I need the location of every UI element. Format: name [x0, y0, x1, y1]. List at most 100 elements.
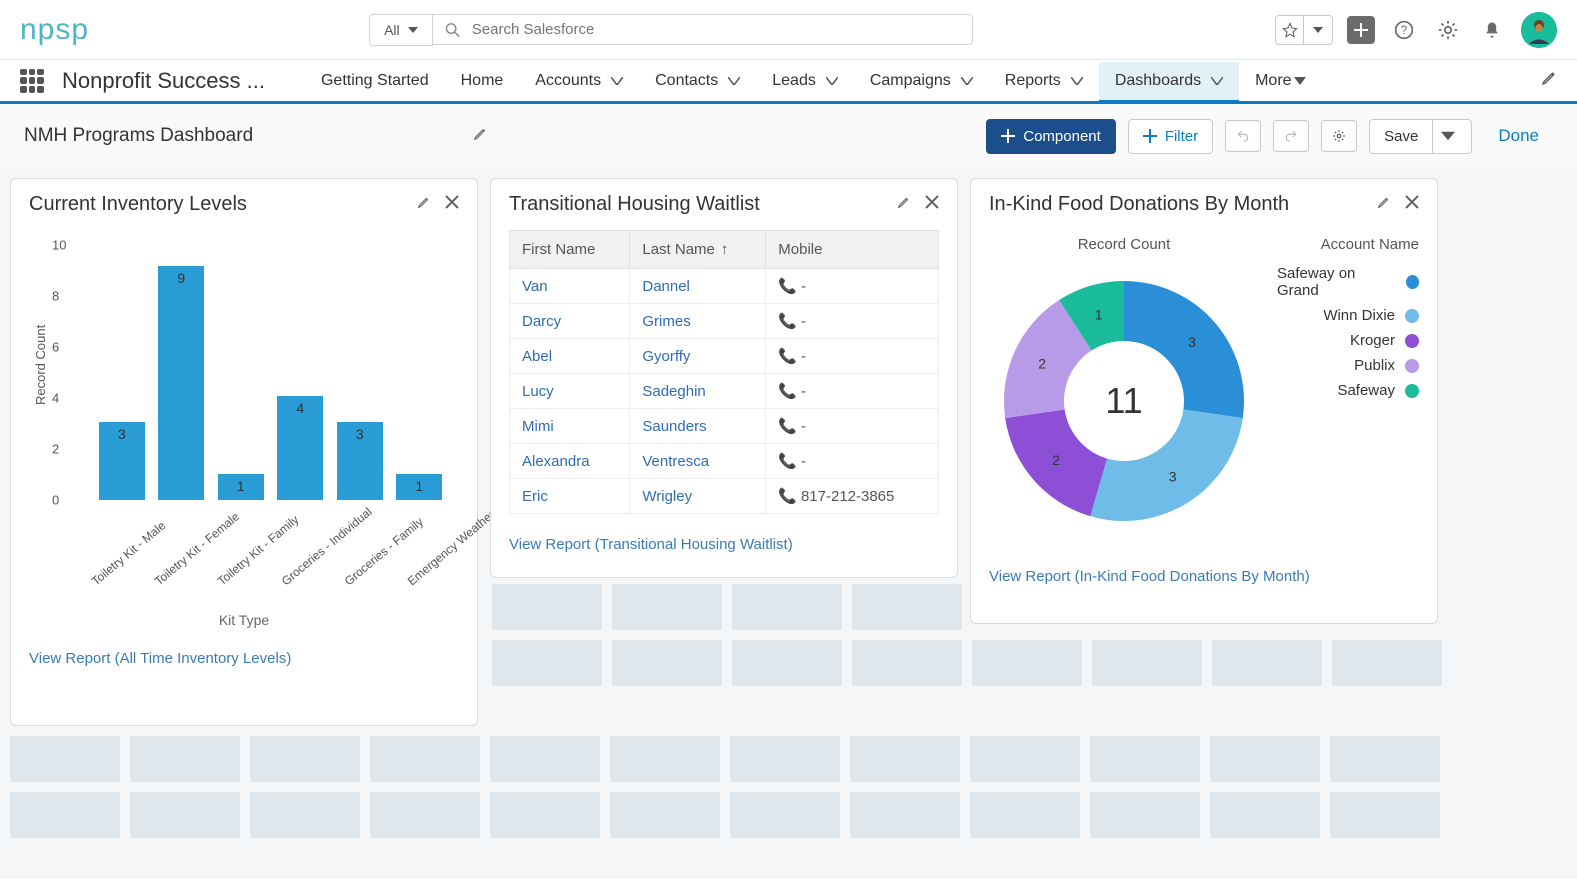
undo-button[interactable] — [1225, 120, 1261, 152]
table-row: AlexandraVentresca📞- — [510, 444, 939, 479]
add-filter-button[interactable]: Filter — [1128, 119, 1213, 154]
edit-nav-button[interactable] — [1541, 70, 1557, 91]
nav-campaigns[interactable]: Campaigns — [854, 62, 989, 100]
bar: 1 — [218, 474, 264, 500]
cell-last-name[interactable]: Dannel — [630, 269, 766, 304]
nav-more[interactable]: More — [1239, 62, 1321, 100]
nav-leads[interactable]: Leads — [756, 62, 854, 100]
chevron-down-icon — [1294, 77, 1306, 85]
card-edit-button[interactable] — [417, 195, 431, 214]
cell-first-name[interactable]: Van — [510, 269, 630, 304]
card-edit-button[interactable] — [1377, 195, 1391, 214]
grid-tile — [1090, 792, 1200, 838]
dashboard-settings-button[interactable] — [1321, 120, 1357, 152]
nav-dashboards[interactable]: Dashboards — [1099, 62, 1239, 103]
cell-first-name[interactable]: Lucy — [510, 374, 630, 409]
cell-first-name[interactable]: Mimi — [510, 409, 630, 444]
done-button[interactable]: Done — [1484, 118, 1553, 154]
card-inventory-view-report[interactable]: View Report (All Time Inventory Levels) — [11, 640, 477, 683]
cell-first-name[interactable]: Eric — [510, 479, 630, 514]
grid-tile — [492, 640, 602, 686]
cell-last-name[interactable]: Sadeghin — [630, 374, 766, 409]
cell-mobile[interactable]: 📞817-212-3865 — [766, 479, 939, 514]
col-first-name[interactable]: First Name — [510, 231, 630, 269]
nav-contacts[interactable]: Contacts — [639, 62, 756, 100]
svg-text:3: 3 — [1188, 334, 1196, 350]
cell-last-name[interactable]: Gyorffy — [630, 339, 766, 374]
help-button[interactable]: ? — [1389, 15, 1419, 45]
save-button[interactable]: Save — [1369, 119, 1433, 154]
cell-mobile[interactable]: 📞- — [766, 304, 939, 339]
chart-xlabels: Toiletry Kit - MaleToiletry Kit - Female… — [69, 508, 449, 562]
global-add-button[interactable] — [1347, 16, 1375, 44]
cell-first-name[interactable]: Alexandra — [510, 444, 630, 479]
card-edit-button[interactable] — [897, 195, 911, 214]
cell-last-name[interactable]: Wrigley — [630, 479, 766, 514]
cell-mobile[interactable]: 📞- — [766, 444, 939, 479]
bar: 3 — [99, 422, 145, 500]
card-waitlist-view-report[interactable]: View Report (Transitional Housing Waitli… — [491, 526, 957, 569]
donut-slice — [1090, 410, 1243, 521]
chart-yticks: 0246810 — [52, 230, 82, 500]
card-close-button[interactable] — [1405, 195, 1419, 214]
grid-tile — [730, 792, 840, 838]
setup-button[interactable] — [1433, 15, 1463, 45]
chart-xaxis-label: Kit Type — [29, 612, 459, 628]
undo-icon — [1236, 129, 1250, 143]
nav-home[interactable]: Home — [445, 62, 520, 100]
col-mobile[interactable]: Mobile — [766, 231, 939, 269]
grid-tile — [250, 736, 360, 782]
grid-tile — [490, 792, 600, 838]
cell-last-name[interactable]: Grimes — [630, 304, 766, 339]
legend-item[interactable]: Publix — [1277, 353, 1419, 378]
add-component-button[interactable]: Component — [986, 119, 1116, 154]
cell-mobile[interactable]: 📞- — [766, 339, 939, 374]
grid-tile — [1210, 736, 1320, 782]
gear-icon — [1437, 19, 1459, 41]
cell-mobile[interactable]: 📞- — [766, 269, 939, 304]
cell-first-name[interactable]: Abel — [510, 339, 630, 374]
nav-getting-started[interactable]: Getting Started — [305, 62, 445, 100]
svg-text:1: 1 — [1095, 307, 1103, 323]
nav-reports[interactable]: Reports — [989, 62, 1099, 100]
grid-tile — [732, 584, 842, 630]
waitlist-table: First Name Last Name↑ Mobile VanDannel📞-… — [509, 230, 939, 514]
cell-mobile[interactable]: 📞- — [766, 374, 939, 409]
chevron-down-icon — [408, 27, 418, 33]
legend-item[interactable]: Kroger — [1277, 328, 1419, 353]
grid-tile — [970, 792, 1080, 838]
nav-accounts[interactable]: Accounts — [519, 62, 639, 100]
redo-button[interactable] — [1273, 120, 1309, 152]
app-launcher[interactable] — [20, 69, 44, 93]
legend-item[interactable]: Safeway on Grand — [1277, 261, 1419, 303]
legend-item[interactable]: Winn Dixie — [1277, 303, 1419, 328]
edit-title-button[interactable] — [473, 127, 487, 146]
card-close-button[interactable] — [925, 195, 939, 214]
favorite-dropdown[interactable] — [1304, 16, 1332, 44]
save-dropdown[interactable] — [1433, 119, 1472, 154]
cell-mobile[interactable]: 📞- — [766, 409, 939, 444]
grid-tile — [972, 640, 1082, 686]
grid-tile — [612, 584, 722, 630]
donut-center-label: Record Count — [989, 236, 1259, 253]
user-avatar[interactable] — [1521, 12, 1557, 48]
chevron-down-icon — [826, 77, 838, 85]
card-close-button[interactable] — [445, 195, 459, 214]
plus-icon — [1143, 129, 1157, 143]
pencil-icon — [417, 195, 431, 209]
notifications-button[interactable] — [1477, 15, 1507, 45]
cell-first-name[interactable]: Darcy — [510, 304, 630, 339]
legend-dot — [1405, 384, 1419, 398]
table-row: EricWrigley📞817-212-3865 — [510, 479, 939, 514]
favorite-button[interactable] — [1276, 16, 1304, 44]
search-box[interactable] — [433, 14, 973, 45]
close-icon — [445, 195, 459, 209]
cell-last-name[interactable]: Ventresca — [630, 444, 766, 479]
search-scope-dropdown[interactable]: All — [369, 14, 433, 46]
col-last-name[interactable]: Last Name↑ — [630, 231, 766, 269]
cell-last-name[interactable]: Saunders — [630, 409, 766, 444]
search-input[interactable] — [472, 21, 960, 38]
close-icon — [925, 195, 939, 209]
star-icon — [1282, 22, 1298, 38]
legend-item[interactable]: Safeway — [1277, 378, 1419, 403]
